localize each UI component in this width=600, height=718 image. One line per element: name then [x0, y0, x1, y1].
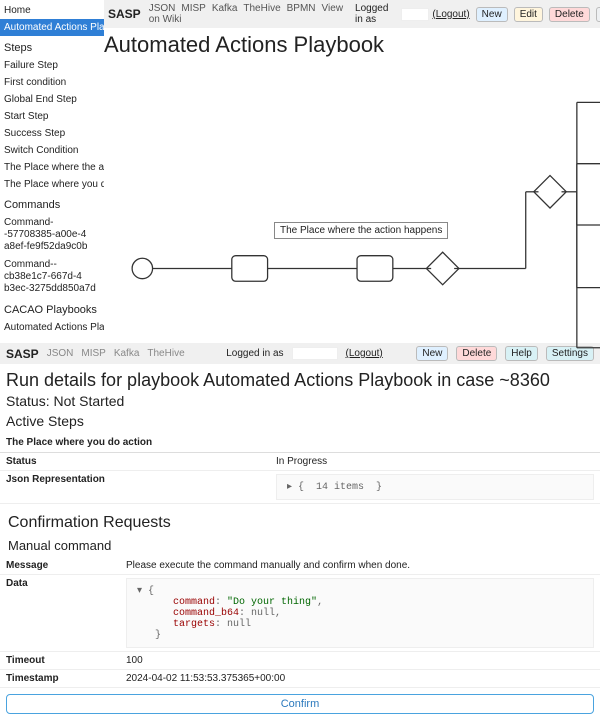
lower-tab-misp[interactable]: MISP — [81, 348, 105, 359]
message-label: Message — [6, 560, 126, 571]
sidebar-step-5[interactable]: Switch Condition — [0, 142, 104, 159]
tab-bpmn[interactable]: BPMN — [287, 3, 316, 14]
sidebar-commands-heading: Commands — [0, 193, 104, 214]
sidebar-command-0[interactable]: Command--57708385-a00e-4 a8ef-fe9f52da9c… — [0, 214, 104, 256]
confirm-button[interactable]: Confirm — [6, 694, 594, 714]
tab-json[interactable]: JSON — [149, 3, 176, 14]
top-tabbar: SASP JSONMISPKafkaTheHiveBPMNView on Wik… — [104, 0, 600, 28]
bpmn-diagram — [104, 64, 600, 358]
user-field — [401, 8, 430, 21]
logout-link[interactable]: (Logout) — [432, 9, 469, 20]
sidebar-steps-heading: Steps — [0, 36, 104, 57]
sidebar-cacao-heading: CACAO Playbooks — [0, 298, 104, 319]
lower-tab-json[interactable]: JSON — [47, 348, 74, 359]
sidebar-step-0[interactable]: Failure Step — [0, 57, 104, 74]
node-tooltip: The Place where the action happens — [274, 222, 448, 239]
edit-button[interactable]: Edit — [514, 7, 543, 22]
message-value: Please execute the command manually and … — [126, 560, 594, 571]
brand-lower: SASP — [6, 347, 39, 361]
timeout-value: 100 — [126, 655, 594, 666]
confirmation-heading: Confirmation Requests — [0, 504, 600, 536]
login-status: Logged in as (Logout) — [355, 3, 470, 25]
json-repr-label: Json Representation — [6, 474, 276, 500]
nav-home[interactable]: Home — [0, 2, 104, 19]
sidebar-step-4[interactable]: Success Step — [0, 125, 104, 142]
new-button[interactable]: New — [476, 7, 508, 22]
manual-command-heading: Manual command — [0, 536, 600, 557]
sidebar-step-3[interactable]: Start Step — [0, 108, 104, 125]
tab-kafka[interactable]: Kafka — [212, 3, 238, 14]
data-json[interactable]: ▾ { command: "Do your thing", command_b6… — [126, 578, 594, 648]
status-label: Status — [6, 456, 276, 467]
brand: SASP — [108, 7, 141, 21]
timestamp-value: 2024-04-02 11:53:53.375365+00:00 — [126, 673, 594, 684]
tab-thehive[interactable]: TheHive — [243, 3, 280, 14]
data-label: Data — [6, 578, 126, 648]
tab-misp[interactable]: MISP — [181, 3, 205, 14]
sidebar-step-6[interactable]: The Place where the action ha — [0, 159, 104, 176]
sidebar-step-2[interactable]: Global End Step — [0, 91, 104, 108]
sidebar-step-1[interactable]: First condition — [0, 74, 104, 91]
step-name: The Place where you do action — [0, 433, 600, 453]
nav-active-playbook[interactable]: Automated Actions Playbook — [0, 19, 104, 36]
sidebar-command-1[interactable]: Command--cb38e1c7-667d-4 b3ec-3275dd850a… — [0, 256, 104, 298]
sidebar: Home Automated Actions Playbook Steps Fa… — [0, 0, 104, 336]
status-value: In Progress — [276, 456, 594, 467]
page-title: Automated Actions Playbook — [104, 28, 600, 64]
json-repr-value[interactable]: ▸ { 14 items } — [276, 474, 594, 500]
active-steps-heading: Active Steps — [0, 413, 600, 433]
run-title: Run details for playbook Automated Actio… — [0, 364, 600, 393]
bpmn-canvas[interactable]: The Place where the action happens — [104, 64, 600, 294]
timeout-label: Timeout — [6, 655, 126, 666]
sidebar-cacao-0[interactable]: Automated Actions Playbook — [0, 319, 104, 336]
delete-button[interactable]: Delete — [549, 7, 590, 22]
timestamp-label: Timestamp — [6, 673, 126, 684]
archive-button[interactable]: Archive — [596, 7, 600, 22]
run-status: Status: Not Started — [0, 393, 600, 413]
sidebar-step-7[interactable]: The Place where you do actio — [0, 176, 104, 193]
